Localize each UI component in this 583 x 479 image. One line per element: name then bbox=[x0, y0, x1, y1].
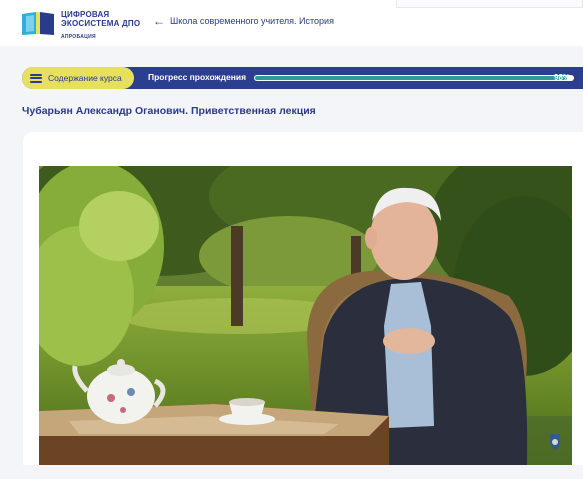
back-to-course-link[interactable]: ← Школа современного учителя. История bbox=[153, 14, 334, 28]
back-link-label: Школа современного учителя. История bbox=[170, 16, 334, 26]
logo[interactable]: ЦИФРОВАЯ ЭКОСИСТЕМА ДПО АПРОБАЦИЯ bbox=[20, 9, 150, 40]
video-frame-image bbox=[39, 166, 572, 465]
logo-subtitle: АПРОБАЦИЯ bbox=[61, 34, 96, 40]
course-contents-button[interactable]: Содержание курса bbox=[22, 67, 134, 89]
card-bottom-gap bbox=[22, 465, 583, 479]
lecture-video-player[interactable] bbox=[39, 166, 572, 465]
logo-title: ЦИФРОВАЯ ЭКОСИСТЕМА ДПО bbox=[61, 10, 141, 28]
book-logo-icon bbox=[22, 12, 54, 35]
arrow-left-icon: ← bbox=[153, 14, 165, 28]
progress-fill bbox=[255, 76, 567, 80]
progress-track bbox=[254, 75, 574, 81]
page-title: Чубарьян Александр Оганович. Приветствен… bbox=[22, 105, 316, 117]
menu-icon bbox=[30, 73, 42, 83]
progress-percent: 98% bbox=[554, 73, 571, 82]
site-header: ЦИФРОВАЯ ЭКОСИСТЕМА ДПО АПРОБАЦИЯ ← Школ… bbox=[0, 0, 583, 46]
course-progress-bar: Содержание курса Прогресс прохождения 98… bbox=[22, 67, 583, 89]
header-top-box bbox=[396, 0, 583, 8]
progress-label: Прогресс прохождения bbox=[148, 72, 247, 82]
course-contents-label: Содержание курса bbox=[48, 73, 122, 83]
